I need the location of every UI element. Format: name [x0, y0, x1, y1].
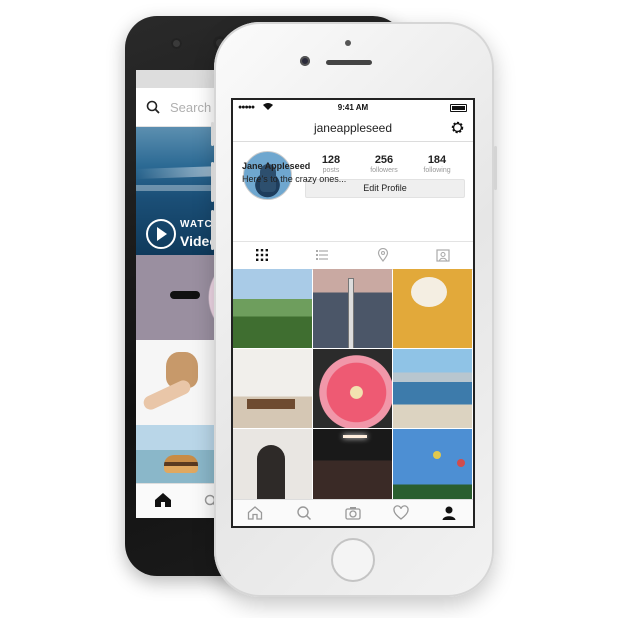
- photo-tile-room[interactable]: [233, 349, 312, 428]
- followers-label: followers: [370, 167, 398, 174]
- proximity-sensor: [345, 40, 351, 46]
- photo-tile-bridge[interactable]: [313, 269, 392, 348]
- stat-posts[interactable]: 128 posts: [306, 154, 356, 174]
- front-camera: [300, 56, 310, 66]
- photo-tile-cat[interactable]: [393, 269, 472, 348]
- mute-switch: [211, 122, 214, 146]
- search-icon[interactable]: [296, 505, 312, 521]
- grid-icon[interactable]: [255, 248, 269, 262]
- list-icon[interactable]: [315, 248, 329, 262]
- profile-icon[interactable]: [441, 505, 457, 521]
- followers-count: 256: [374, 154, 394, 166]
- photo-tile-concert[interactable]: [313, 429, 392, 508]
- status-bar: ●●●●● 9:41 AM: [233, 100, 473, 116]
- heart-icon[interactable]: [393, 505, 409, 521]
- photo-tile-flower[interactable]: [313, 349, 392, 428]
- front-camera: [171, 38, 182, 49]
- location-pin-icon[interactable]: [376, 248, 390, 262]
- bottom-nav: [233, 499, 473, 526]
- volume-down-button: [211, 210, 214, 250]
- full-name: Jane Appleseed: [242, 161, 311, 171]
- stat-following[interactable]: 184 following: [412, 154, 462, 174]
- username: janeappleseed: [313, 121, 393, 135]
- home-icon[interactable]: [154, 492, 172, 508]
- following-count: 184: [427, 154, 447, 166]
- photo-tile-park[interactable]: [233, 269, 312, 348]
- play-icon: [146, 219, 176, 249]
- posts-label: posts: [322, 167, 340, 174]
- profile-header: janeappleseed: [233, 116, 473, 142]
- photo-tile-ride[interactable]: [393, 429, 472, 508]
- home-icon[interactable]: [247, 505, 263, 521]
- camera-icon[interactable]: [345, 505, 361, 521]
- status-time: 9:41 AM: [337, 103, 369, 112]
- home-button[interactable]: [331, 538, 375, 582]
- stat-followers[interactable]: 256 followers: [359, 154, 409, 174]
- view-tabs: [233, 241, 473, 270]
- photo-tile-girl[interactable]: [233, 429, 312, 508]
- following-label: following: [423, 167, 451, 174]
- bio: Here's to the crazy ones...: [242, 174, 347, 184]
- photo-tile-lake[interactable]: [393, 349, 472, 428]
- search-icon: [146, 100, 160, 114]
- power-button: [494, 146, 497, 190]
- gear-icon[interactable]: [450, 120, 465, 135]
- battery-icon: [450, 104, 467, 112]
- posts-count: 128: [321, 154, 341, 166]
- volume-up-button: [211, 162, 214, 202]
- tagged-photos-icon[interactable]: [436, 248, 450, 262]
- search-placeholder: Search: [170, 99, 212, 115]
- earpiece-speaker: [326, 60, 372, 65]
- profile-screen: ●●●●● 9:41 AM janeappleseed 128 posts 25…: [231, 98, 475, 528]
- iphone: ●●●●● 9:41 AM janeappleseed 128 posts 25…: [211, 22, 497, 597]
